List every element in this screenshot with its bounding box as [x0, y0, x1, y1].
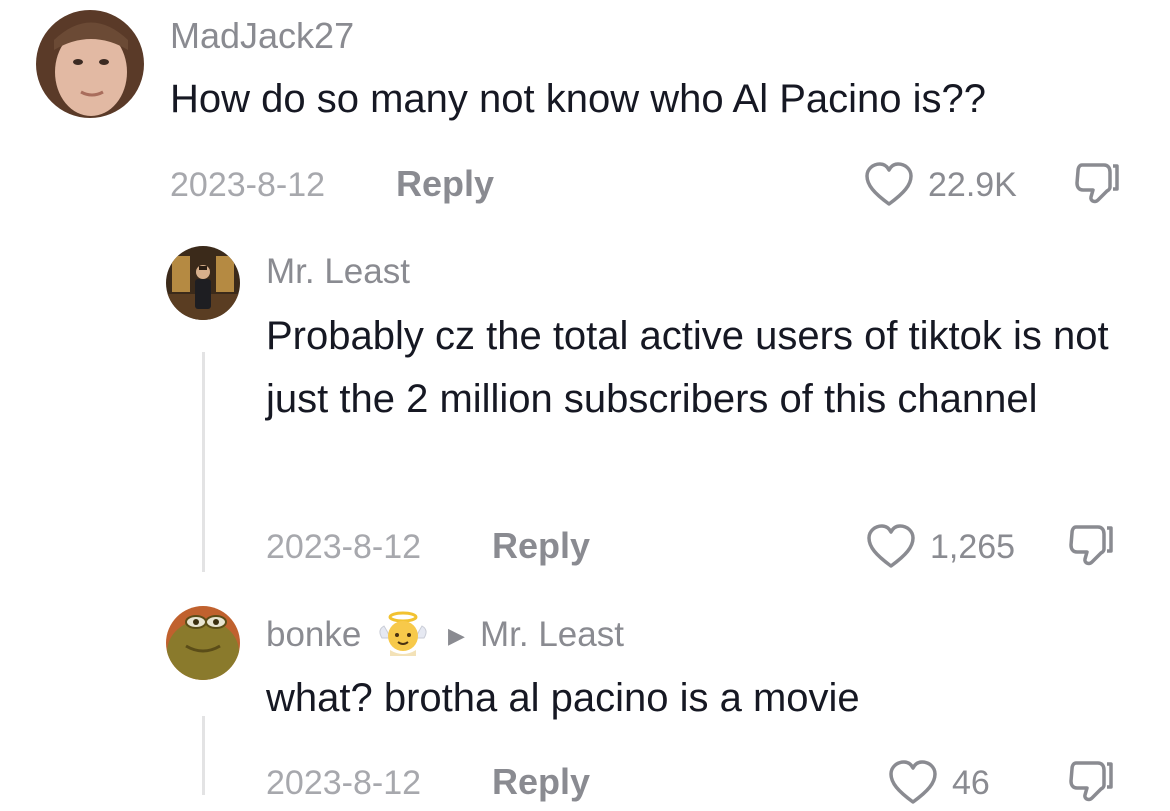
comment-date: 2023-8-12 [266, 528, 422, 566]
comment-text: what? brotha al pacino is a movie [266, 676, 860, 720]
avatar-bonke[interactable] [166, 606, 240, 680]
heart-outline-icon[interactable] [866, 524, 916, 575]
angel-emoji-icon [376, 610, 430, 663]
avatar-madjack27[interactable] [36, 10, 144, 118]
comment-text: How do so many not know who Al Pacino is… [170, 77, 986, 121]
comment-text: Probably cz the total active users of ti… [266, 314, 1109, 421]
comment-username[interactable]: MadJack27 [170, 18, 354, 54]
thumbs-down-icon[interactable] [1066, 522, 1118, 575]
heart-outline-icon[interactable] [888, 760, 938, 811]
comment-username[interactable]: Mr. Least [266, 254, 410, 289]
avatar-mr-least[interactable] [166, 246, 240, 320]
comment-date: 2023-8-12 [170, 166, 326, 204]
reply-button[interactable]: Reply [492, 528, 590, 564]
thumbs-down-icon[interactable] [1066, 758, 1118, 811]
thumbs-down-icon[interactable] [1072, 160, 1124, 213]
thread-line [202, 716, 205, 795]
reply-button[interactable]: Reply [396, 166, 494, 202]
reply-to-username[interactable]: Mr. Least [480, 617, 624, 652]
comment-username[interactable]: bonke [266, 617, 361, 652]
like-count: 22.9K [928, 166, 1017, 204]
thread-line [202, 352, 205, 572]
heart-outline-icon[interactable] [864, 162, 914, 213]
like-count: 1,265 [930, 528, 1016, 566]
triangle-right-icon: ▶ [448, 623, 465, 648]
